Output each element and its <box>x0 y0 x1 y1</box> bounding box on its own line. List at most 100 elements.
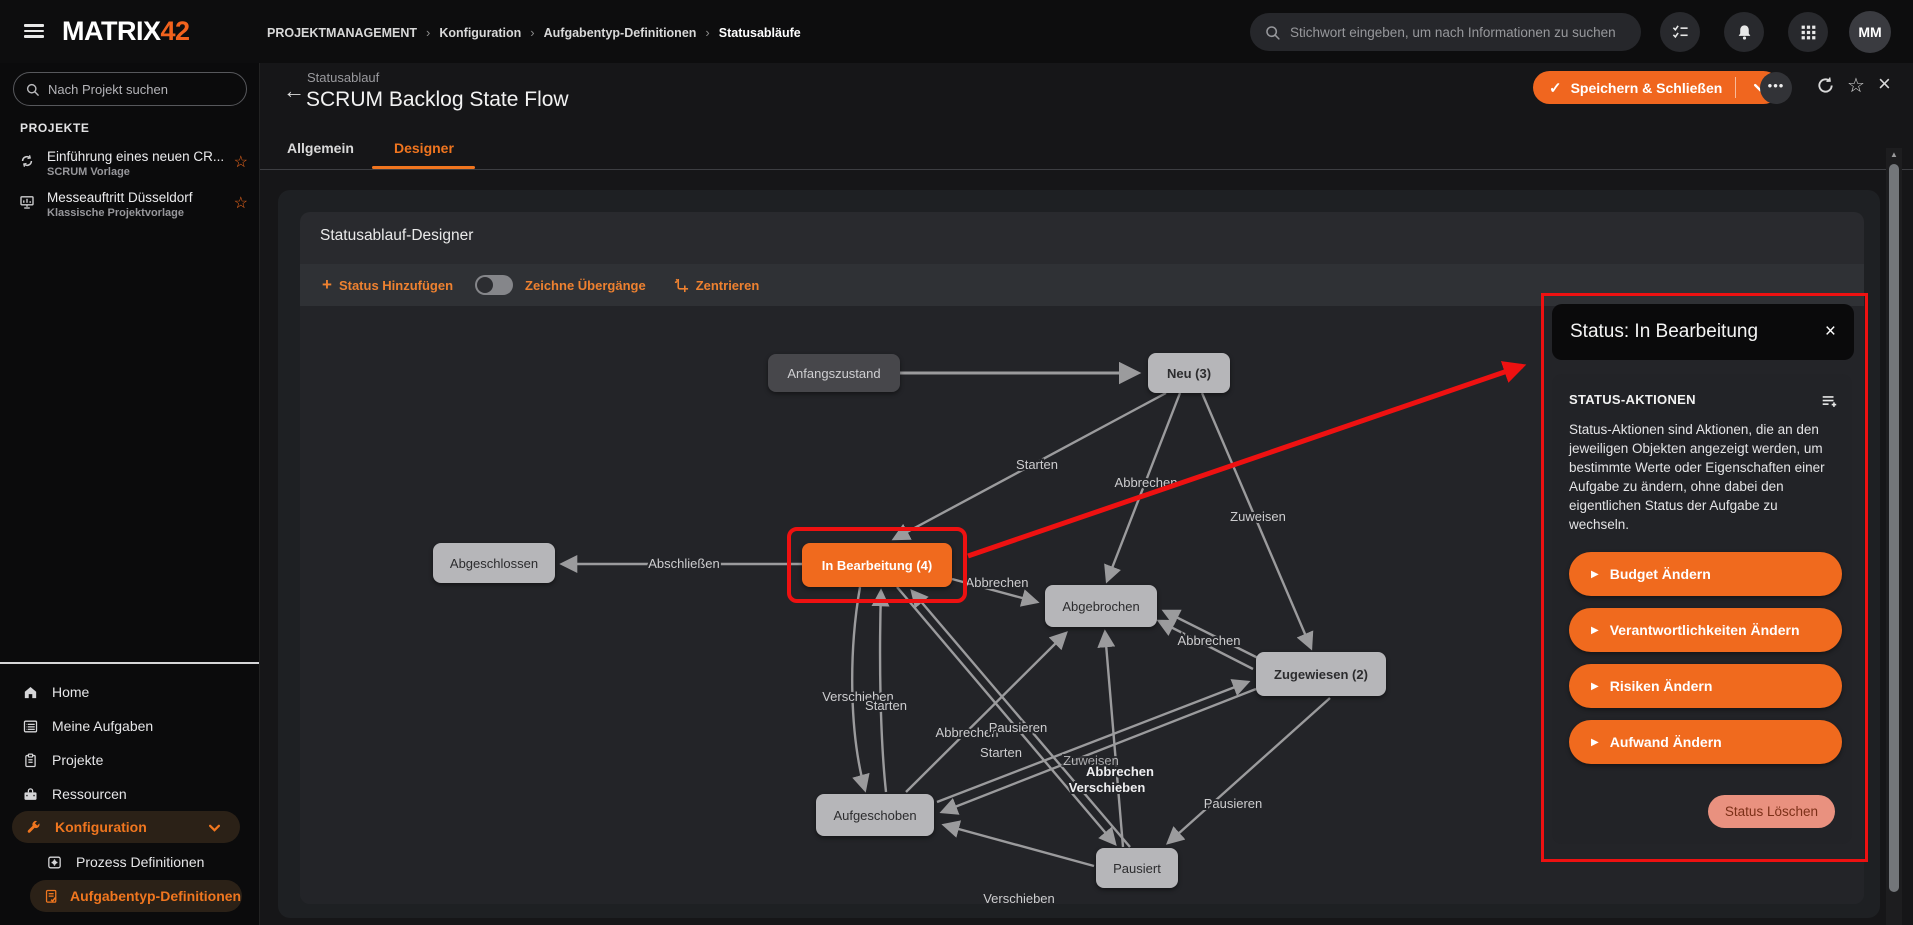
tab-designer[interactable]: Designer <box>394 140 454 156</box>
sidebar-item-meine-aufgaben[interactable]: Meine Aufgaben <box>0 712 260 740</box>
state-node-anfangszustand[interactable]: Anfangszustand <box>768 354 900 392</box>
clipboard-icon <box>21 751 39 769</box>
action-button-risiken[interactable]: ▶ Risiken Ändern <box>1569 664 1842 708</box>
search-icon <box>25 82 40 97</box>
breadcrumb: PROJEKTMANAGEMENT › Konfiguration › Aufg… <box>267 25 801 40</box>
sidebar-item-prozess-definitionen[interactable]: Prozess Definitionen <box>0 848 260 876</box>
project-list-item[interactable]: Einführung eines neuen CR... SCRUM Vorla… <box>0 149 260 187</box>
user-avatar[interactable]: MM <box>1849 11 1891 53</box>
sidebar-item-projekte[interactable]: Projekte <box>0 746 260 774</box>
project-search-input[interactable] <box>48 82 235 97</box>
close-icon[interactable]: × <box>1825 321 1836 343</box>
plus-icon: + <box>322 275 332 295</box>
sidebar: PROJEKTE Einführung eines neuen CR... SC… <box>0 63 260 925</box>
breadcrumb-item[interactable]: PROJEKTMANAGEMENT <box>267 26 417 40</box>
state-node-pausiert[interactable]: Pausiert <box>1096 848 1178 888</box>
action-button-budget[interactable]: ▶ Budget Ändern <box>1569 552 1842 596</box>
status-actions-heading: STATUS-AKTIONEN <box>1569 392 1838 410</box>
state-node-aufgeschoben[interactable]: Aufgeschoben <box>816 794 934 836</box>
edge-label: Verschieben <box>983 891 1055 904</box>
add-status-button[interactable]: + Status Hinzufügen <box>322 275 453 295</box>
state-node-abgebrochen[interactable]: Abgebrochen <box>1045 585 1157 627</box>
edge-label: Abschließen <box>648 556 720 571</box>
scrollbar-thumb[interactable] <box>1889 164 1899 892</box>
global-search[interactable] <box>1250 13 1641 51</box>
edge-label: Abbrechen <box>1178 633 1241 648</box>
notifications-button[interactable] <box>1724 12 1764 52</box>
favorite-star-icon[interactable]: ☆ <box>1847 73 1865 98</box>
refresh-icon <box>1816 76 1835 95</box>
sidebar-item-label: Konfiguration <box>55 819 147 835</box>
more-options-button[interactable]: ••• <box>1760 72 1792 104</box>
project-subtitle: Klassische Projektvorlage <box>47 207 184 219</box>
gear-icon <box>45 853 63 871</box>
draw-transitions-toggle[interactable] <box>475 275 513 295</box>
scrollbar-up-arrow[interactable]: ▲ <box>1890 150 1898 159</box>
edge-label: Pausieren <box>989 720 1048 735</box>
delete-status-button[interactable]: Status Löschen <box>1708 795 1835 828</box>
crop-center-icon <box>674 278 689 293</box>
play-icon: ▶ <box>1591 625 1599 636</box>
projects-section-title: PROJEKTE <box>20 121 89 135</box>
task-list-icon <box>21 717 39 735</box>
global-search-input[interactable] <box>1290 25 1627 40</box>
tasks-checklist-button[interactable] <box>1660 12 1700 52</box>
state-node-zugewiesen[interactable]: Zugewiesen (2) <box>1256 652 1386 696</box>
action-button-verantwortlichkeiten[interactable]: ▶ Verantwortlichkeiten Ändern <box>1569 608 1842 652</box>
sidebar-item-label: Meine Aufgaben <box>52 718 153 734</box>
favorite-star-icon[interactable]: ☆ <box>234 152 248 172</box>
chevron-right-icon: › <box>426 25 430 40</box>
chart-board-icon <box>19 194 35 215</box>
breadcrumb-item[interactable]: Aufgabentyp-Definitionen <box>544 26 697 40</box>
check-icon: ✓ <box>1549 79 1562 97</box>
edge-label: Starten <box>980 745 1022 760</box>
edge-label: Abbrechen <box>1086 764 1154 779</box>
sidebar-item-label: Home <box>52 684 89 700</box>
sidebar-item-home[interactable]: Home <box>0 678 260 706</box>
edge-label: Starten <box>1016 457 1058 472</box>
project-search[interactable] <box>13 72 247 106</box>
sidebar-item-label: Prozess Definitionen <box>76 854 204 870</box>
sidebar-item-ressourcen[interactable]: Ressourcen <box>0 780 260 808</box>
action-button-aufwand[interactable]: ▶ Aufwand Ändern <box>1569 720 1842 764</box>
save-close-button[interactable]: ✓ Speichern & Schließen <box>1533 71 1780 104</box>
center-view-button[interactable]: Zentrieren <box>674 278 760 293</box>
designer-toolbar: + Status Hinzufügen Zeichne Übergänge Ze… <box>300 264 1864 306</box>
status-actions-description: Status-Aktionen sind Aktionen, die an de… <box>1569 420 1841 534</box>
project-list-item[interactable]: Messeauftritt Düsseldorf Klassische Proj… <box>0 190 260 228</box>
status-panel-title: Status: In Bearbeitung <box>1570 321 1825 343</box>
designer-title: Statusablauf-Designer <box>320 227 473 245</box>
chevron-down-icon <box>209 819 220 835</box>
status-panel-header: Status: In Bearbeitung × <box>1552 304 1854 360</box>
app-logo[interactable]: MATRIX42 <box>62 16 190 47</box>
breadcrumb-item[interactable]: Konfiguration <box>439 26 521 40</box>
wrench-icon <box>24 818 42 836</box>
edge-label: Abbrechen <box>966 575 1029 590</box>
state-node-in-bearbeitung[interactable]: In Bearbeitung (4) <box>802 543 952 587</box>
sidebar-divider <box>0 662 259 664</box>
sidebar-item-label: Ressourcen <box>52 786 127 802</box>
status-panel-body: STATUS-AKTIONEN Status-Aktionen sind Akt… <box>1552 374 1852 844</box>
back-button[interactable]: ← <box>283 78 305 104</box>
play-icon: ▶ <box>1591 681 1599 692</box>
project-title: Einführung eines neuen CR... <box>47 149 224 164</box>
play-icon: ▶ <box>1591 737 1599 748</box>
close-icon[interactable]: × <box>1878 71 1891 97</box>
play-icon: ▶ <box>1591 569 1599 580</box>
refresh-button[interactable] <box>1816 76 1835 95</box>
checklist-icon <box>1671 23 1690 42</box>
project-subtitle: SCRUM Vorlage <box>47 166 130 178</box>
sidebar-item-aufgabentyp-definitionen[interactable]: Aufgabentyp-Definitionen <box>30 880 242 912</box>
document-check-icon <box>42 887 60 905</box>
draw-transitions-label: Zeichne Übergänge <box>525 278 646 293</box>
apps-grid-button[interactable] <box>1788 12 1828 52</box>
sidebar-item-label: Aufgabentyp-Definitionen <box>70 888 241 904</box>
favorite-star-icon[interactable]: ☆ <box>234 193 248 213</box>
state-node-neu[interactable]: Neu (3) <box>1148 353 1230 393</box>
sidebar-item-konfiguration[interactable]: Konfiguration <box>12 811 240 843</box>
tab-allgemein[interactable]: Allgemein <box>287 140 354 156</box>
hamburger-menu-icon[interactable] <box>24 24 44 38</box>
project-title: Messeauftritt Düsseldorf <box>47 190 193 205</box>
playlist-add-icon[interactable] <box>1820 392 1838 410</box>
state-node-abgeschlossen[interactable]: Abgeschlossen <box>433 543 555 583</box>
